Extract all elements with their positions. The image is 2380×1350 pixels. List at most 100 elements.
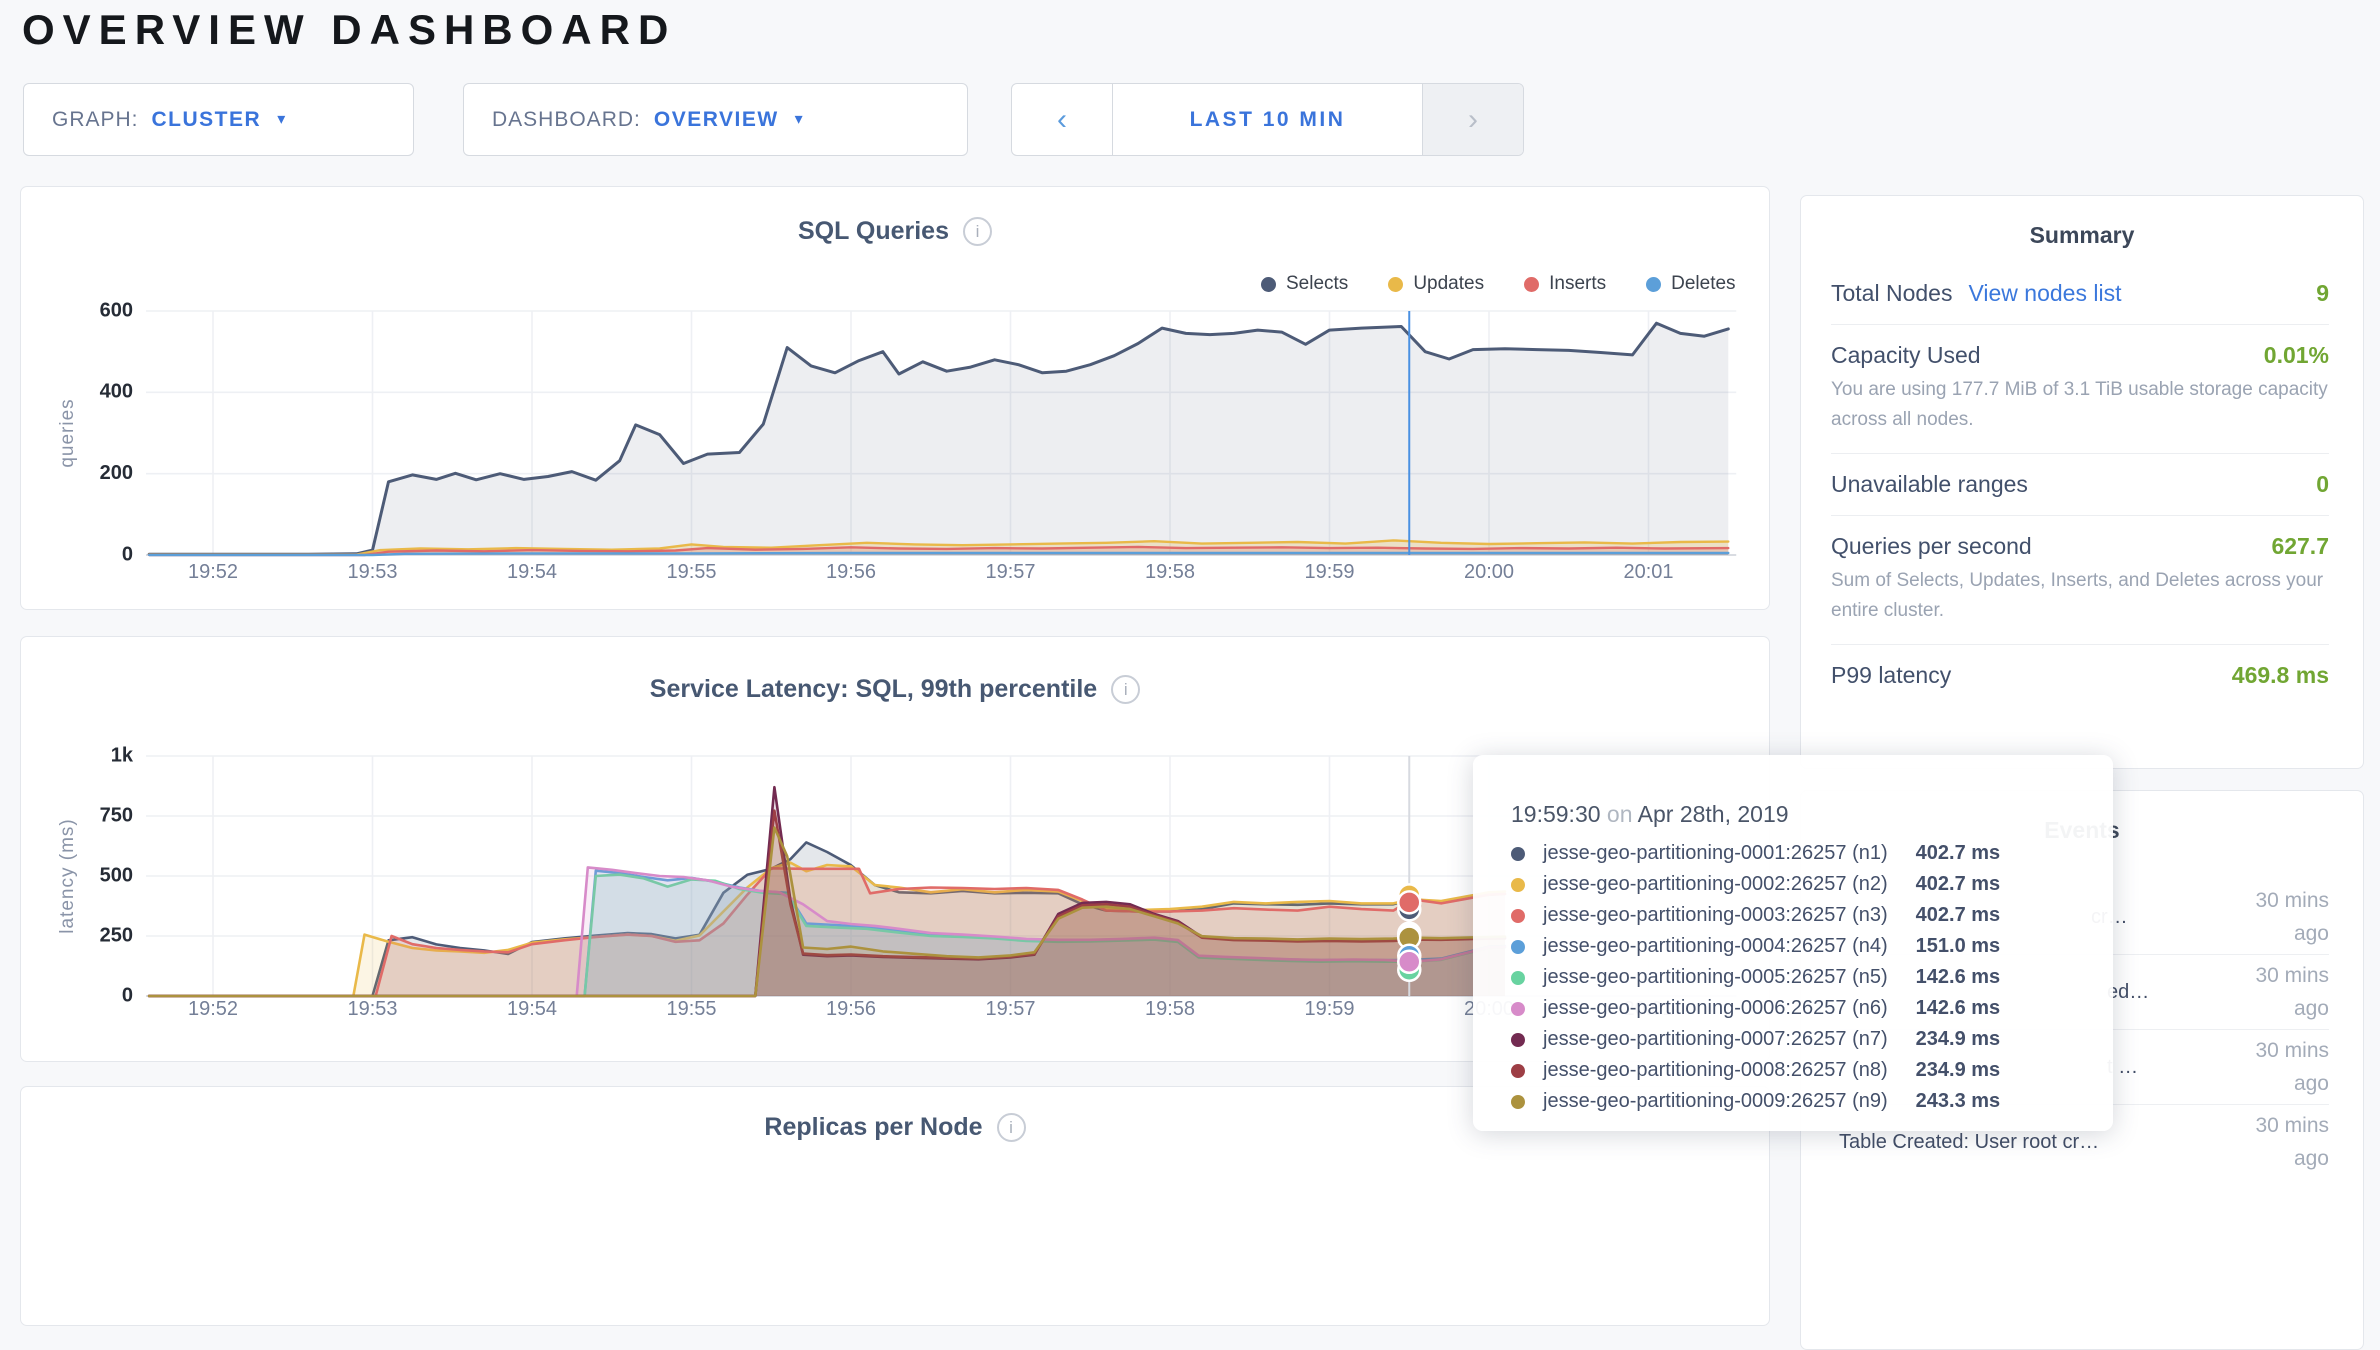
tooltip-row: jesse-geo-partitioning-0009:26257 (n9)24…: [1511, 1086, 2083, 1117]
chevron-down-icon: ▾: [795, 112, 803, 128]
x-axis-tick-label: 19:55: [666, 561, 716, 583]
summary-row-value: 9: [2316, 280, 2329, 307]
graph-dropdown[interactable]: GRAPH: CLUSTER ▾: [23, 83, 414, 156]
x-axis-tick-label: 19:58: [1145, 998, 1195, 1020]
summary-row-label: P99 latency: [1831, 662, 1951, 689]
x-axis-tick-label: 19:59: [1304, 998, 1354, 1020]
tooltip-node-name: jesse-geo-partitioning-0008:26257 (n8): [1543, 1059, 1888, 1082]
time-range-next-button[interactable]: ›: [1422, 84, 1523, 155]
summary-panel: Summary Total NodesView nodes list9Capac…: [1800, 195, 2364, 769]
tooltip-row: jesse-geo-partitioning-0001:26257 (n1)40…: [1511, 838, 2083, 869]
legend-dot-icon: [1261, 277, 1276, 292]
summary-row-value: 469.8 ms: [2232, 662, 2329, 689]
summary-row-label: Queries per second: [1831, 533, 2032, 560]
hover-point: [1398, 951, 1420, 973]
tooltip-node-name: jesse-geo-partitioning-0004:26257 (n4): [1543, 935, 1888, 958]
legend-item-inserts[interactable]: Inserts: [1524, 273, 1606, 295]
graph-dropdown-label: GRAPH:: [52, 108, 139, 132]
x-axis-tick-label: 19:54: [507, 561, 557, 583]
x-axis-tick-label: 19:57: [985, 998, 1035, 1020]
tooltip-node-name: jesse-geo-partitioning-0003:26257 (n3): [1543, 904, 1888, 927]
tooltip-latency-value: 234.9 ms: [1916, 1059, 2001, 1082]
x-axis-tick-label: 20:01: [1623, 561, 1673, 583]
tooltip-series-dot-icon: [1511, 847, 1525, 861]
tooltip-series-dot-icon: [1511, 1002, 1525, 1016]
legend-label: Inserts: [1549, 273, 1606, 295]
summary-row-value: 0.01%: [2264, 342, 2329, 369]
series-area: [149, 323, 1728, 555]
tooltip-series-dot-icon: [1511, 1033, 1525, 1047]
summary-row: Unavailable ranges 0: [1831, 453, 2329, 515]
tooltip-series-dot-icon: [1511, 878, 1525, 892]
tooltip-row: jesse-geo-partitioning-0007:26257 (n7) 23…: [1511, 1024, 2083, 1055]
x-axis-tick-label: 19:54: [507, 998, 557, 1020]
x-axis-tick-label: 19:53: [347, 998, 397, 1020]
sql-queries-panel: 020040060019:5219:5319:5419:5519:5619:57…: [20, 186, 1770, 610]
summary-row-label: Unavailable ranges: [1831, 471, 2028, 498]
chevron-down-icon: ▾: [277, 112, 285, 128]
summary-title: Summary: [1801, 196, 2363, 249]
legend-item-selects[interactable]: Selects: [1261, 273, 1348, 295]
y-axis-tick-label: 250: [100, 924, 133, 946]
tooltip-node-name: jesse-geo-partitioning-0001:26257 (n1): [1543, 842, 1888, 865]
y-axis-tick-label: 750: [100, 804, 133, 826]
x-axis-tick-label: 19:53: [347, 561, 397, 583]
chevron-right-icon: ›: [1468, 103, 1478, 137]
event-row-text: Table Created: User root cr…: [1839, 1131, 2217, 1154]
tooltip-row: jesse-geo-partitioning-0005:26257 (n5) 14…: [1511, 962, 2083, 993]
legend-label: Selects: [1286, 273, 1348, 295]
tooltip-row: jesse-geo-partitioning-0002:26257 (n2)40…: [1511, 869, 2083, 900]
tooltip-series-dot-icon: [1511, 1064, 1525, 1078]
tooltip-series-dot-icon: [1511, 971, 1525, 985]
y-axis-tick-label: 1k: [111, 744, 134, 766]
tooltip-node-name: jesse-geo-partitioning-0009:26257 (n9): [1543, 1090, 1888, 1113]
tooltip-node-name: jesse-geo-partitioning-0005:26257 (n5): [1543, 966, 1888, 989]
summary-row-value: 0: [2316, 471, 2329, 498]
dashboard-dropdown[interactable]: DASHBOARD: OVERVIEW ▾: [463, 83, 968, 156]
summary-row: P99 latency 469.8 ms: [1831, 644, 2329, 706]
graph-dropdown-value: CLUSTER: [152, 108, 262, 132]
tooltip-latency-value: 142.6 ms: [1916, 966, 2001, 989]
tooltip-node-name: jesse-geo-partitioning-0007:26257 (n7): [1543, 1028, 1888, 1051]
tooltip-latency-value: 402.7 ms: [1916, 904, 2001, 927]
summary-row: Queries per second627.7Sum of Selects, U…: [1831, 515, 2329, 644]
tooltip-time: 19:59:30: [1511, 801, 1601, 827]
time-range-selector: ‹ LAST 10 MIN ›: [1011, 83, 1524, 156]
y-axis-title: queries: [57, 398, 78, 467]
legend-dot-icon: [1646, 277, 1661, 292]
service-latency-title: Service Latency: SQL, 99th percentile: [650, 675, 1097, 704]
y-axis-title: latency (ms): [57, 818, 78, 933]
info-icon[interactable]: i: [997, 1113, 1026, 1142]
chevron-left-icon: ‹: [1057, 103, 1067, 137]
page-title: OVERVIEW DASHBOARD: [22, 6, 676, 54]
dashboard-dropdown-value: OVERVIEW: [654, 108, 779, 132]
chart-hover-tooltip: 19:59:30 on Apr 28th, 2019 jesse-geo-par…: [1473, 755, 2113, 1131]
dashboard-dropdown-label: DASHBOARD:: [492, 108, 641, 132]
legend-item-deletes[interactable]: Deletes: [1646, 273, 1735, 295]
event-row-timestamp: 30 mins ago: [2217, 959, 2329, 1025]
legend-dot-icon: [1524, 277, 1539, 292]
summary-row-description: You are using 177.7 MiB of 3.1 TiB usabl…: [1831, 375, 2329, 436]
y-axis-tick-label: 0: [122, 543, 133, 565]
summary-row-description: Sum of Selects, Updates, Inserts, and De…: [1831, 566, 2329, 627]
y-axis-tick-label: 200: [100, 462, 133, 484]
time-range-value[interactable]: LAST 10 MIN: [1113, 84, 1422, 155]
tooltip-node-name: jesse-geo-partitioning-0006:26257 (n6): [1543, 997, 1888, 1020]
time-range-prev-button[interactable]: ‹: [1012, 84, 1113, 155]
tooltip-latency-value: 234.9 ms: [1916, 1028, 2001, 1051]
x-axis-tick-label: 19:52: [188, 561, 238, 583]
legend-label: Deletes: [1671, 273, 1735, 295]
x-axis-tick-label: 19:58: [1145, 561, 1195, 583]
view-nodes-list-link[interactable]: View nodes list: [1968, 280, 2121, 307]
legend-dot-icon: [1388, 277, 1403, 292]
tooltip-timestamp: 19:59:30 on Apr 28th, 2019: [1511, 801, 2083, 828]
sql-queries-legend: Selects Updates Inserts Deletes: [1261, 273, 1736, 295]
legend-item-updates[interactable]: Updates: [1388, 273, 1484, 295]
tooltip-row: jesse-geo-partitioning-0006:26257 (n6)14…: [1511, 993, 2083, 1024]
info-icon[interactable]: i: [1111, 675, 1140, 704]
legend-label: Updates: [1413, 273, 1484, 295]
info-icon[interactable]: i: [963, 217, 992, 246]
sql-queries-chart[interactable]: 020040060019:5219:5319:5419:5519:5619:57…: [21, 187, 1771, 611]
x-axis-tick-label: 19:56: [826, 998, 876, 1020]
sql-queries-title: SQL Queries: [798, 217, 949, 246]
